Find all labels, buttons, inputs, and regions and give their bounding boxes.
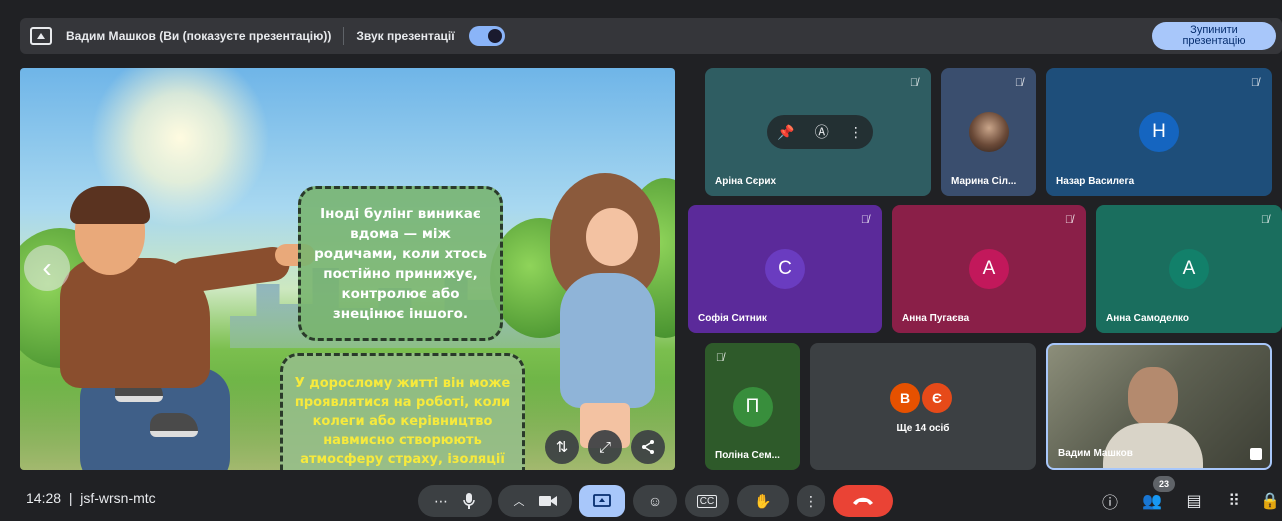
avatar: Н <box>1139 112 1179 152</box>
self-face <box>1128 367 1178 427</box>
stop-presenting-button[interactable]: Зупинити презентацію <box>1152 22 1276 50</box>
presentation-banner: Вадим Машков (Ви (показуєте презентацію)… <box>20 18 1282 54</box>
camera-icon[interactable] <box>538 495 557 507</box>
participant-name: Поліна Сем... <box>715 450 780 461</box>
emoji-button[interactable]: ☺ <box>633 485 677 517</box>
present-button[interactable] <box>579 485 625 517</box>
participant-name: Софія Ситник <box>698 313 767 324</box>
participant-name: Вадим Машков <box>1058 448 1133 459</box>
self-shirt <box>1103 423 1203 468</box>
divider <box>343 27 345 45</box>
participant-count-badge: 23 <box>1153 476 1175 492</box>
lock-person-icon: 🔒 <box>1260 493 1280 510</box>
captions-button[interactable]: CC <box>685 485 729 517</box>
time: 14:28 <box>26 490 62 506</box>
slide-text-bubble-top: Іноді булінг виникає вдома — між родичам… <box>298 186 503 341</box>
mic-off-icon: 🎙̸ <box>909 77 919 89</box>
participant-name: Назар Василега <box>1056 176 1135 187</box>
apps-grid-icon: ⠿ <box>1228 493 1240 510</box>
participant-tile[interactable]: 🎙̸ П Поліна Сем... <box>705 343 800 470</box>
self-view-options-icon[interactable] <box>1250 448 1262 460</box>
avatar: В <box>890 383 920 413</box>
participant-name: Анна Самоделко <box>1106 313 1190 324</box>
more-vert-icon: ⋮ <box>804 492 818 509</box>
avatar: П <box>732 386 773 427</box>
participant-tile[interactable]: 🎙̸ Н Назар Василега <box>1046 68 1272 196</box>
info-icon: ⓘ <box>1101 495 1118 512</box>
more-icon[interactable]: ⋯ <box>434 493 448 510</box>
meeting-code: jsf-wrsn-mtc <box>80 490 156 506</box>
others-tile[interactable]: В Є Ще 14 осіб <box>810 343 1036 470</box>
mute-icon[interactable]: Ⓐ <box>815 122 829 142</box>
presentation-sound-toggle[interactable] <box>468 26 505 46</box>
presenter-label: Вадим Машков (Ви (показуєте презентацію)… <box>66 29 332 43</box>
more-options-button[interactable]: ⋮ <box>797 485 825 517</box>
participant-tile[interactable]: 🎙̸ Марина Сіл... <box>941 68 1036 196</box>
mic-off-icon: 🎙̸ <box>860 214 870 226</box>
tile-hover-controls: 📌 Ⓐ ⋮ <box>767 115 873 149</box>
mic-off-icon: 🎙̸ <box>1260 214 1270 226</box>
pin-icon[interactable]: 📌 <box>777 124 794 141</box>
participant-name: Марина Сіл... <box>951 176 1017 187</box>
meeting-info-button[interactable]: ⓘ <box>1096 488 1124 514</box>
people-icon: 👥 <box>1142 493 1162 510</box>
avatar: А <box>969 249 1009 289</box>
captions-icon: CC <box>696 494 718 508</box>
chat-button[interactable]: ▤ <box>1180 488 1208 514</box>
participant-name: Аріна Сєрих <box>715 176 777 187</box>
slide-text-bubble-bottom: У дорослому житті він може проявлятися н… <box>280 353 525 470</box>
girl-dress <box>560 273 655 408</box>
previous-page-button[interactable]: ‹ <box>24 245 70 291</box>
participant-tile[interactable]: 🎙̸ А Анна Пугаєва <box>892 205 1086 333</box>
man-hair <box>70 186 150 224</box>
mic-off-icon: 🎙̸ <box>1064 214 1074 226</box>
meeting-clock: 14:28 | jsf-wrsn-mtc <box>26 490 156 506</box>
present-icon <box>593 494 611 507</box>
chat-icon: ▤ <box>1186 493 1202 510</box>
host-controls-button[interactable]: 🔒 <box>1256 488 1282 514</box>
share-icon[interactable] <box>631 430 665 464</box>
girl-face <box>586 208 638 266</box>
mic-control[interactable]: ⋯ <box>418 485 492 517</box>
meeting-toolbar: 14:28 | jsf-wrsn-mtc ⋯ ︿ ☺ CC ✋ ⋮ ⓘ 👥 ▤ … <box>0 478 1282 521</box>
self-video-tile[interactable]: Вадим Машков <box>1046 343 1272 470</box>
avatar-photo <box>968 112 1009 152</box>
avatar: С <box>765 249 805 289</box>
participant-name: Анна Пугаєва <box>902 313 970 324</box>
avatar: Є <box>922 383 952 413</box>
expand-icon[interactable]: ⤢ <box>588 430 622 464</box>
camera-control[interactable]: ︿ <box>498 485 572 517</box>
end-call-icon <box>853 497 873 505</box>
activities-button[interactable]: ⠿ <box>1220 488 1248 514</box>
presentation-slide: Іноді булінг виникає вдома — між родичам… <box>20 68 675 470</box>
leave-call-button[interactable] <box>833 485 893 517</box>
participant-tile[interactable]: 🎙̸ А Анна Самоделко <box>1096 205 1282 333</box>
emoji-icon: ☺ <box>647 493 663 509</box>
mic-off-icon: 🎙̸ <box>715 352 725 364</box>
participant-tile[interactable]: 🎙̸ С Софія Ситник <box>688 205 882 333</box>
present-screen-icon <box>30 27 52 45</box>
mic-icon[interactable] <box>462 492 476 510</box>
fit-icon[interactable]: ⇅ <box>545 430 579 464</box>
others-count-label: Ще 14 осіб <box>896 423 950 434</box>
mic-off-icon: 🎙̸ <box>1014 77 1024 89</box>
more-options-icon[interactable]: ⋮ <box>849 124 863 141</box>
raise-hand-button[interactable]: ✋ <box>737 485 789 517</box>
mic-off-icon: 🎙̸ <box>1250 77 1260 89</box>
hand-icon: ✋ <box>754 492 772 509</box>
presentation-sound-label: Звук презентації <box>356 29 455 43</box>
chevron-up-icon[interactable]: ︿ <box>514 493 525 509</box>
shoe <box>150 413 198 437</box>
avatar: А <box>1169 249 1209 289</box>
participant-tile[interactable]: 🎙̸ 📌 Ⓐ ⋮ Аріна Сєрих <box>705 68 931 196</box>
